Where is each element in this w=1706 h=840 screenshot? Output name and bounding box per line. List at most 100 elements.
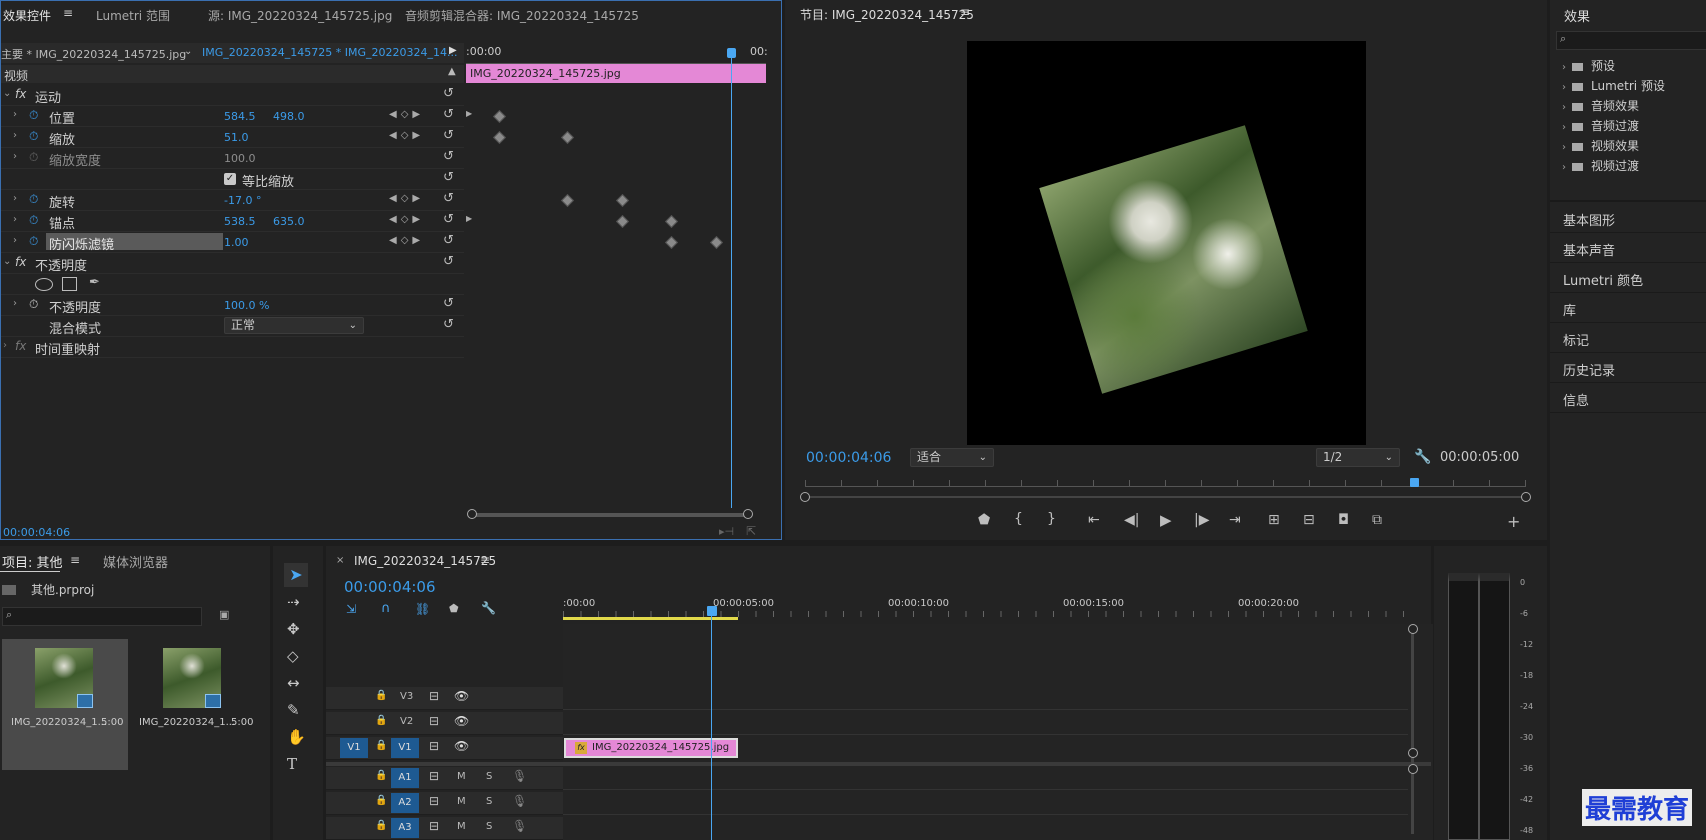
reset-icon[interactable]: ↺ [443, 128, 454, 143]
tab-lumetri-scopes[interactable]: Lumetri 范围 [96, 7, 170, 24]
eye-icon[interactable]: 👁 [454, 714, 469, 728]
lock-icon[interactable]: 🔒 [375, 715, 387, 726]
reset-icon[interactable]: ↺ [443, 254, 454, 269]
sync-lock-icon[interactable]: ⊟ [429, 819, 439, 833]
timeline-playhead-handle[interactable] [707, 606, 717, 616]
antiflicker-value[interactable]: 1.00 [224, 236, 249, 249]
opacity-section-row[interactable]: ⌄ fx 不透明度 ↺ [1, 253, 464, 274]
chevron-right-icon[interactable]: › [13, 109, 17, 120]
eye-icon[interactable]: 👁 [454, 689, 469, 703]
panel-essential-graphics[interactable]: 基本图形 [1563, 210, 1615, 229]
panel-info[interactable]: 信息 [1563, 390, 1589, 409]
master-clip-label[interactable]: 主要 * IMG_20220324_145725.jpg [1, 46, 186, 62]
chevron-right-icon[interactable]: › [13, 235, 17, 246]
keyframe-diamond[interactable] [616, 215, 629, 228]
new-bin-icon[interactable]: ▣ [219, 608, 229, 621]
timeline-v-scrollbar[interactable] [1411, 628, 1414, 834]
tab-media-browser[interactable]: 媒体浏览器 [103, 552, 168, 571]
reset-icon[interactable]: ↺ [443, 296, 454, 311]
lock-icon[interactable]: 🔒 [375, 795, 387, 806]
microphone-icon[interactable]: 🎙 [512, 794, 527, 808]
close-icon[interactable]: × [336, 555, 344, 566]
extract-icon[interactable]: ⊟ [1303, 512, 1315, 528]
sync-lock-icon[interactable]: ⊟ [429, 714, 439, 728]
add-marker-icon[interactable]: ⬟ [978, 512, 990, 528]
keyframe-nav-icon[interactable]: ◀◇▶ [389, 130, 424, 141]
ec-zoom-handle-left[interactable] [467, 509, 477, 519]
fx-icon[interactable]: fx [15, 255, 26, 269]
track-target-a1[interactable]: A1 [391, 768, 419, 788]
track-name[interactable]: V2 [400, 716, 413, 727]
chevron-right-icon[interactable]: › [13, 214, 17, 225]
sync-lock-icon[interactable]: ⊟ [429, 794, 439, 808]
project-search-input[interactable]: ⌕ [2, 607, 202, 626]
stopwatch-icon[interactable]: ⏱ [29, 213, 38, 228]
opacity-value[interactable]: 100.0 % [224, 299, 269, 312]
microphone-icon[interactable]: 🎙 [512, 819, 527, 833]
time-remap-row[interactable]: › fx 时间重映射 [1, 337, 464, 358]
anchor-y-value[interactable]: 635.0 [273, 215, 305, 228]
chevron-right-icon[interactable]: › [13, 130, 17, 141]
tab-project[interactable]: 项目: 其他 [2, 552, 63, 571]
reset-icon[interactable]: ↺ [443, 317, 454, 332]
chevron-right-icon[interactable]: › [13, 298, 17, 309]
panel-menu-icon[interactable]: ≡ [70, 553, 80, 567]
lock-icon[interactable]: 🔒 [375, 820, 387, 831]
reset-icon[interactable]: ↺ [443, 191, 454, 206]
sync-lock-icon[interactable]: ⊟ [429, 769, 439, 783]
pen-mask-icon[interactable]: ✒ [89, 275, 100, 290]
timeline-timecode[interactable]: 00:00:04:06 [344, 578, 436, 596]
go-to-out-icon[interactable]: ⇥ [1229, 512, 1241, 528]
eye-icon[interactable]: 👁 [454, 739, 469, 753]
ec-zoom-handle-right[interactable] [743, 509, 753, 519]
compare-view-icon[interactable]: ⧉ [1372, 512, 1382, 528]
position-x-value[interactable]: 584.5 [224, 110, 256, 123]
ec-filter-icon[interactable]: ▸⊣ [719, 525, 734, 538]
keyframe-nav-icon[interactable]: ◀◇▶ [389, 109, 424, 120]
pen-tool-icon[interactable]: ✎ [287, 701, 300, 719]
track-target-a3[interactable]: A3 [391, 818, 419, 838]
keyframe-diamond[interactable] [616, 194, 629, 207]
keyframe-diamond[interactable] [493, 110, 506, 123]
chevron-right-icon[interactable]: › [13, 193, 17, 204]
ec-zoom-scrollbar[interactable] [471, 513, 749, 517]
wrench-icon[interactable]: 🔧 [1414, 449, 1431, 465]
keyframe-diamond[interactable] [665, 236, 678, 249]
panel-menu-icon[interactable]: ≡ [480, 553, 490, 567]
panel-lumetri-color[interactable]: Lumetri 颜色 [1563, 270, 1643, 289]
track-target-a2[interactable]: A2 [391, 793, 419, 813]
keyframe-diamond[interactable] [561, 131, 574, 144]
solo-button[interactable]: S [486, 821, 492, 832]
chevron-down-icon[interactable]: ⌄ [184, 46, 192, 57]
tree-item-audio-transitions[interactable]: › 音频过渡 [1562, 117, 1639, 134]
panel-libraries[interactable]: 库 [1563, 300, 1576, 319]
reset-icon[interactable]: ↺ [443, 233, 454, 248]
hand-tool-icon[interactable]: ✋ [287, 728, 306, 746]
rectangle-mask-icon[interactable] [62, 277, 77, 291]
type-tool-icon[interactable]: T [287, 755, 297, 773]
add-marker-icon[interactable]: ⬟ [449, 602, 459, 615]
rotation-value[interactable]: -17.0 ° [224, 194, 261, 207]
panel-history[interactable]: 历史记录 [1563, 360, 1615, 379]
camera-icon[interactable]: ◘ [1338, 512, 1349, 528]
reset-icon[interactable]: ↺ [443, 86, 454, 101]
sync-lock-icon[interactable]: ⊟ [429, 739, 439, 753]
program-video-frame[interactable] [967, 41, 1366, 445]
nest-toggle-icon[interactable]: ⇲ [346, 602, 356, 616]
tree-item-lumetri-presets[interactable]: › Lumetri 预设 [1562, 77, 1665, 94]
keyframe-diamond[interactable] [665, 215, 678, 228]
effects-title[interactable]: 效果 [1564, 6, 1590, 25]
track-select-tool-icon[interactable]: ⇢ [287, 593, 300, 611]
panel-menu-icon[interactable]: ≡ [63, 6, 73, 20]
panel-menu-icon[interactable]: ≡ [960, 5, 970, 19]
reset-icon[interactable]: ↺ [443, 107, 454, 122]
go-to-in-icon[interactable]: ⇤ [1088, 512, 1100, 528]
scroll-handle[interactable] [1408, 624, 1418, 634]
program-monitor-title[interactable]: 节目: IMG_20220324_145725 [800, 6, 974, 23]
ec-playhead-handle[interactable] [727, 48, 736, 58]
fit-select[interactable]: 适合 ⌄ [910, 448, 994, 467]
panel-essential-sound[interactable]: 基本声音 [1563, 240, 1615, 259]
program-timecode[interactable]: 00:00:04:06 [806, 450, 891, 466]
solo-button[interactable]: S [486, 771, 492, 782]
chevron-down-icon[interactable]: ⌄ [3, 88, 11, 99]
